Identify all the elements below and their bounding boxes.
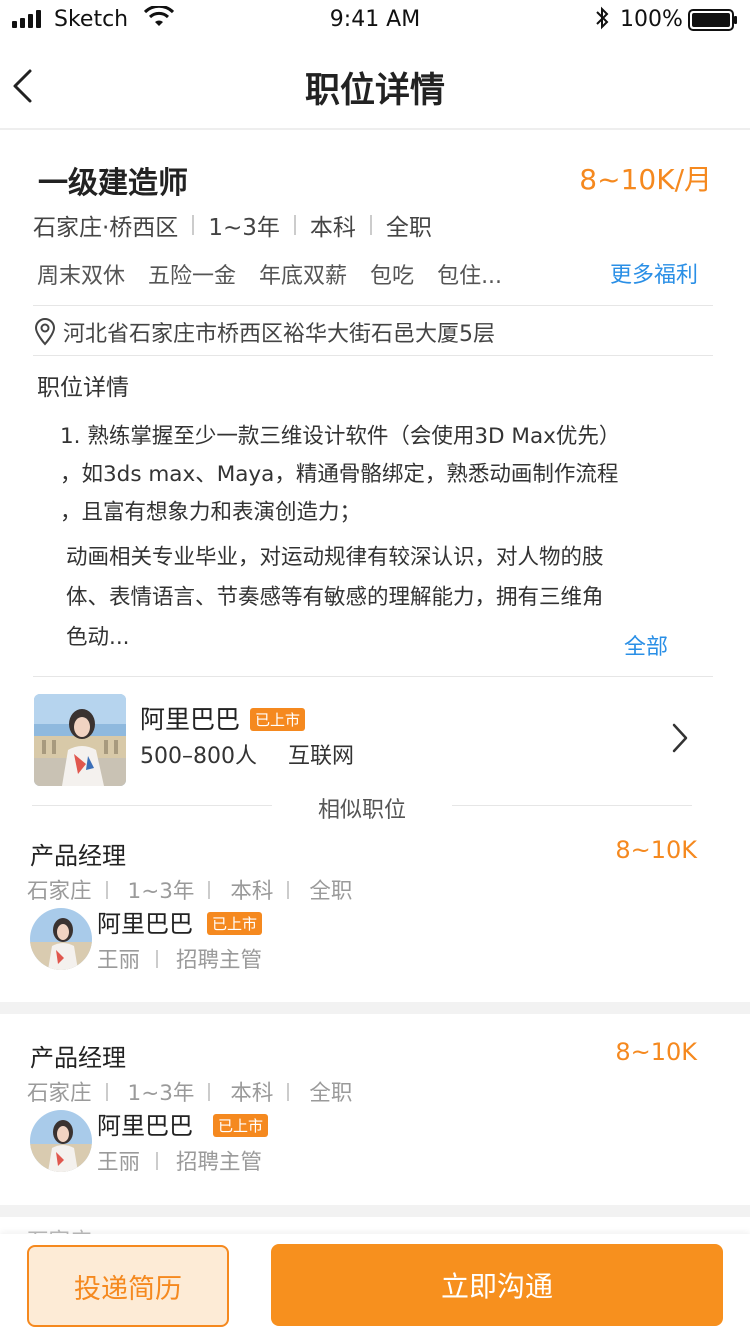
similar-job-type: 全职 bbox=[309, 879, 353, 904]
company-info: 500–800人 互联网 bbox=[140, 738, 354, 770]
more-benefits-link[interactable]: 更多福利 bbox=[610, 257, 698, 289]
benefit-tag: 五险一金 bbox=[148, 264, 237, 289]
status-bar: Sketch 9:41 AM 100% bbox=[0, 0, 750, 40]
avatar bbox=[30, 1110, 92, 1172]
benefit-tag: 周末双休 bbox=[37, 264, 126, 289]
similar-job-experience: 1~3年 bbox=[127, 879, 195, 904]
similar-job-title: 产品经理 bbox=[30, 1044, 126, 1072]
benefit-tag: 年底双薪 bbox=[259, 264, 348, 289]
job-title: 一级建造师 bbox=[38, 166, 188, 201]
job-address[interactable]: 河北省石家庄市桥西区裕华大街石邑大厦5层 bbox=[33, 316, 495, 348]
divider bbox=[156, 1151, 159, 1170]
similar-job-experience: 1~3年 bbox=[127, 1081, 195, 1106]
job-location: 石家庄·桥西区 bbox=[33, 215, 179, 241]
divider bbox=[105, 1082, 108, 1101]
description-line: 体、表情语言、节奏感等有敏感的理解能力，拥有三维角 bbox=[66, 585, 604, 610]
avatar bbox=[30, 908, 92, 970]
divider bbox=[33, 676, 713, 677]
listed-badge: 已上市 bbox=[207, 912, 263, 935]
similar-jobs-heading: 相似职位 bbox=[317, 798, 406, 823]
similar-job-education: 本科 bbox=[230, 879, 274, 904]
similar-job-type: 全职 bbox=[309, 1081, 353, 1106]
similar-job-location: 石家庄 bbox=[27, 879, 92, 904]
recruiter-info: 王丽 招聘主管 bbox=[97, 943, 262, 974]
chevron-right-icon bbox=[672, 723, 688, 753]
recruiter-info: 王丽 招聘主管 bbox=[97, 1145, 262, 1176]
divider bbox=[287, 1082, 290, 1101]
page-title: 职位详情 bbox=[304, 71, 445, 111]
battery-icon bbox=[688, 9, 737, 31]
address-text: 河北省石家庄市桥西区裕华大街石邑大厦5层 bbox=[63, 322, 495, 347]
description-line: ，且富有想象力和表演创造力； bbox=[60, 500, 362, 525]
job-meta: 石家庄·桥西区 1~3年 本科 全职 bbox=[33, 208, 432, 242]
similar-job-item[interactable]: 产品经理 8~10K 石家庄 1~3年 本科 全职 阿里巴巴 已上市 王丽 招聘… bbox=[0, 1038, 750, 1198]
company-size: 500–800人 bbox=[140, 744, 257, 769]
divider bbox=[208, 1082, 211, 1101]
benefit-tag: 包住... bbox=[437, 264, 503, 289]
submit-resume-button[interactable]: 投递简历 bbox=[27, 1245, 229, 1327]
company-name: 阿里巴巴 bbox=[140, 705, 241, 734]
section-gap bbox=[0, 1002, 750, 1014]
bluetooth-icon bbox=[596, 6, 609, 30]
bottom-action-bar: 投递简历 立即沟通 bbox=[0, 1234, 750, 1334]
similar-job-item[interactable]: 产品经理 8~10K 石家庄 1~3年 本科 全职 阿里巴巴 已上市 王丽 招聘… bbox=[0, 836, 750, 996]
similar-job-salary: 8~10K bbox=[615, 1038, 697, 1066]
description-line: 色动... bbox=[66, 625, 130, 650]
divider bbox=[105, 880, 108, 899]
divider bbox=[33, 355, 713, 356]
similar-jobs-header: 相似职位 bbox=[32, 792, 692, 823]
chat-now-button[interactable]: 立即沟通 bbox=[271, 1244, 723, 1326]
description-heading: 职位详情 bbox=[37, 375, 129, 401]
view-all-link[interactable]: 全部 bbox=[624, 629, 668, 661]
job-education: 本科 bbox=[309, 215, 356, 241]
recruiter-name: 王丽 bbox=[97, 1150, 141, 1175]
nav-bar: 职位详情 bbox=[0, 40, 750, 130]
battery-percent: 100% bbox=[620, 7, 683, 32]
section-gap bbox=[0, 1205, 750, 1217]
description-requirements: 1. 熟练掌握至少一款三维设计软件（会使用3D Max优先） ，如3ds max… bbox=[60, 418, 690, 532]
divider bbox=[452, 805, 692, 806]
benefit-tags: 周末双休 五险一金 年底双薪 包吃 包住... bbox=[37, 258, 518, 290]
description-body: 动画相关专业毕业，对运动规律有较深认识，对人物的肢 体、表情语言、节奏感等有敏感… bbox=[66, 538, 686, 658]
similar-job-meta: 石家庄 1~3年 本科 全职 bbox=[27, 874, 352, 905]
similar-job-salary: 8~10K bbox=[615, 836, 697, 864]
recruiter-role: 招聘主管 bbox=[176, 948, 263, 973]
company-photo bbox=[34, 694, 126, 786]
divider bbox=[287, 880, 290, 899]
company-industry: 互联网 bbox=[287, 744, 354, 769]
job-experience: 1~3年 bbox=[208, 215, 280, 241]
description-line: ，如3ds max、Maya，精通骨骼绑定，熟悉动画制作流程 bbox=[60, 462, 619, 487]
recruiter-name: 王丽 bbox=[97, 948, 141, 973]
location-pin-icon bbox=[34, 318, 56, 346]
description-line: 1. 熟练掌握至少一款三维设计软件（会使用3D Max优先） bbox=[60, 424, 621, 449]
similar-company-name: 阿里巴巴 bbox=[97, 910, 193, 938]
divider bbox=[33, 305, 713, 306]
similar-job-title: 产品经理 bbox=[30, 842, 126, 870]
similar-job-education: 本科 bbox=[230, 1081, 274, 1106]
divider bbox=[369, 215, 372, 235]
recruiter-role: 招聘主管 bbox=[176, 1150, 263, 1175]
benefit-tag: 包吃 bbox=[370, 264, 415, 289]
description-line: 动画相关专业毕业，对运动规律有较深认识，对人物的肢 bbox=[66, 545, 604, 570]
divider bbox=[208, 880, 211, 899]
similar-job-meta: 石家庄 1~3年 本科 全职 bbox=[27, 1076, 352, 1107]
similar-job-location: 石家庄 bbox=[27, 1081, 92, 1106]
job-type: 全职 bbox=[385, 215, 432, 241]
divider bbox=[192, 215, 195, 235]
divider bbox=[156, 949, 159, 968]
divider bbox=[293, 215, 296, 235]
similar-company-name: 阿里巴巴 bbox=[97, 1112, 193, 1140]
listed-badge: 已上市 bbox=[250, 708, 306, 731]
job-salary: 8~10K/月 bbox=[579, 163, 712, 196]
company-card[interactable]: 阿里巴巴 已上市 500–800人 互联网 bbox=[34, 694, 714, 786]
listed-badge: 已上市 bbox=[213, 1114, 269, 1137]
